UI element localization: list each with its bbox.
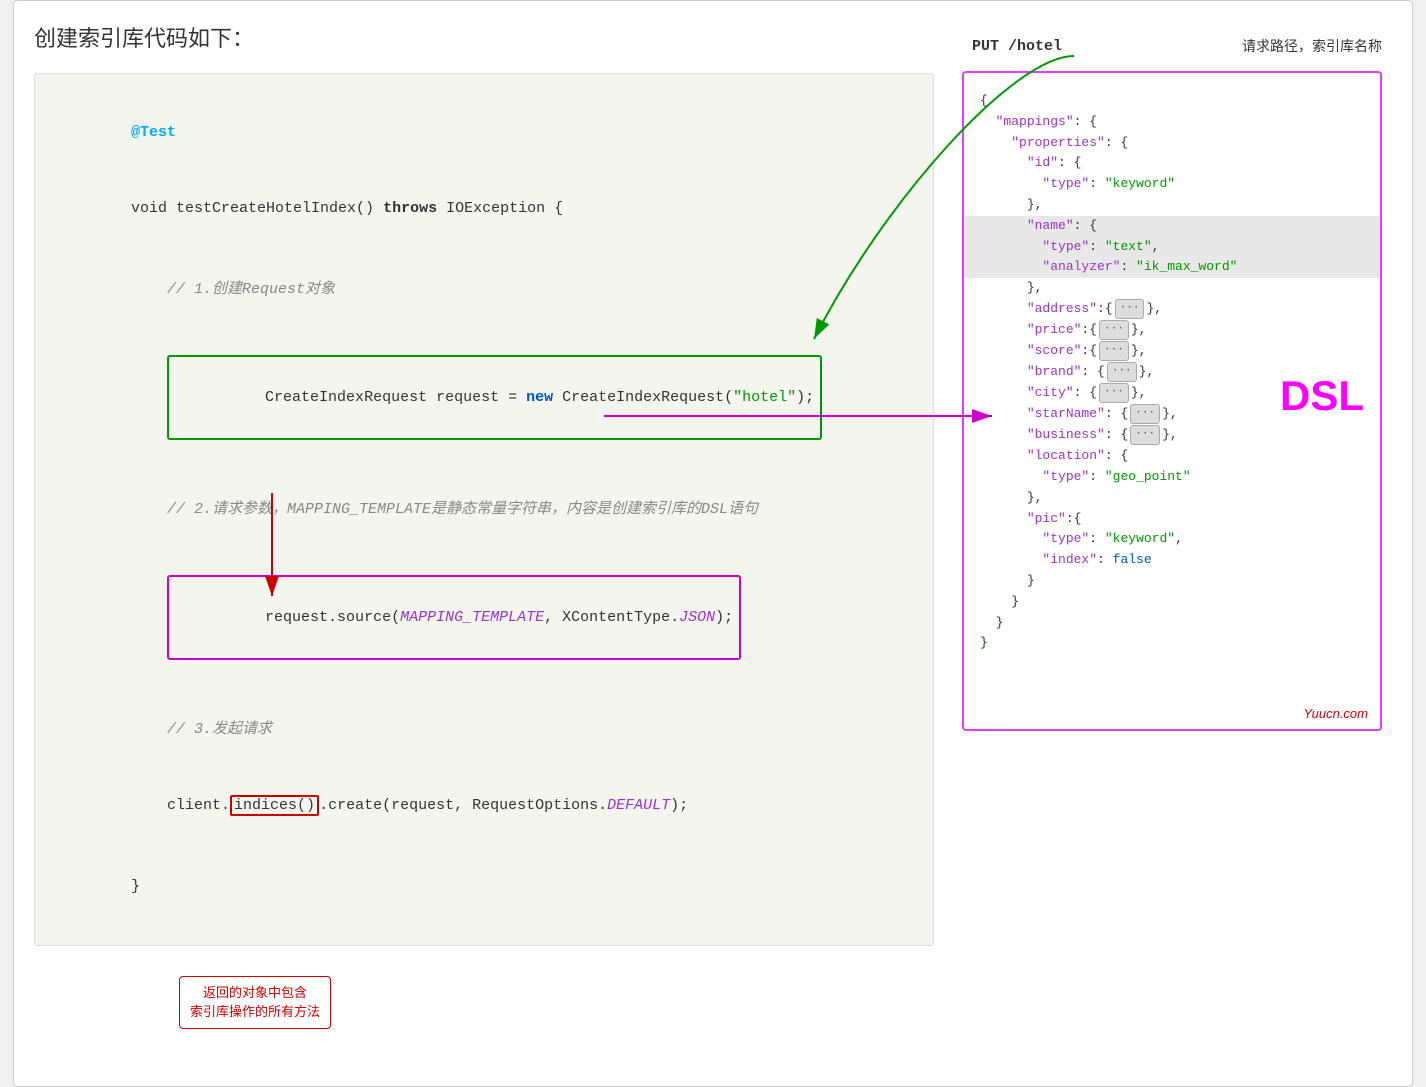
right-panel: { "mappings": { "properties": { "id": { …: [962, 71, 1382, 731]
code-closing: }: [59, 848, 909, 925]
code-comment3: // 3.发起请求: [59, 691, 909, 768]
code-block: @Test void testCreateHotelIndex() throws…: [34, 73, 934, 946]
json-line-5: "type": "keyword": [980, 174, 1364, 195]
code-create-request: CreateIndexRequest request = new CreateI…: [59, 328, 909, 468]
json-line-mappings-end: }: [980, 613, 1364, 634]
json-line-props-end: }: [980, 592, 1364, 613]
main-container: 创建索引库代码如下： @Test void testCreateHotelInd…: [13, 0, 1413, 1087]
json-line-name-type: "type": "text",: [964, 237, 1380, 258]
callout-box: 返回的对象中包含 索引库操作的所有方法: [179, 976, 331, 1029]
json-line-address: "address":{···},: [980, 299, 1364, 320]
json-line-6: },: [980, 195, 1364, 216]
json-line-2: "mappings": {: [980, 112, 1364, 133]
json-line-pic-end: }: [980, 571, 1364, 592]
code-comment2: // 2.请求参数，MAPPING_TEMPLATE是静态常量字符串，内容是创建…: [59, 471, 909, 548]
json-line-name-analyzer: "analyzer": "ik_max_word": [964, 257, 1380, 278]
json-line-location-start: "location": {: [980, 446, 1364, 467]
json-line-root-end: }: [980, 633, 1364, 654]
json-line-3: "properties": {: [980, 133, 1364, 154]
watermark: Yuucn.com: [1303, 706, 1368, 721]
dsl-label: DSL: [1280, 372, 1364, 420]
json-line-business: "business": {···},: [980, 425, 1364, 446]
right-panel-wrapper: PUT /hotel 请求路径，索引库名称 { "mappings": { "p…: [962, 21, 1392, 1066]
code-comment1: // 1.创建Request对象: [59, 251, 909, 328]
left-panel: 创建索引库代码如下： @Test void testCreateHotelInd…: [34, 21, 942, 1066]
page-title: 创建索引库代码如下：: [34, 21, 942, 53]
request-path-header: PUT /hotel 请求路径，索引库名称: [962, 21, 1392, 71]
json-line-location-type: "type": "geo_point": [980, 467, 1364, 488]
json-line-name-start: "name": {: [964, 216, 1380, 237]
json-line-pic-index: "index": false: [980, 550, 1364, 571]
json-line-price: "price":{···},: [980, 320, 1364, 341]
json-line-1: {: [980, 91, 1364, 112]
code-source: request.source(MAPPING_TEMPLATE, XConten…: [59, 548, 909, 688]
json-line-4: "id": {: [980, 153, 1364, 174]
json-line-location-end: },: [980, 488, 1364, 509]
code-method-sig: void testCreateHotelIndex() throws IOExc…: [59, 171, 909, 248]
code-annotation: @Test: [59, 94, 909, 171]
json-line-pic-start: "pic":{: [980, 509, 1364, 530]
json-line-name-end: },: [980, 278, 1364, 299]
json-line-pic-type: "type": "keyword",: [980, 529, 1364, 550]
code-client: client.indices().create(request, Request…: [59, 768, 909, 845]
json-line-score: "score":{···},: [980, 341, 1364, 362]
